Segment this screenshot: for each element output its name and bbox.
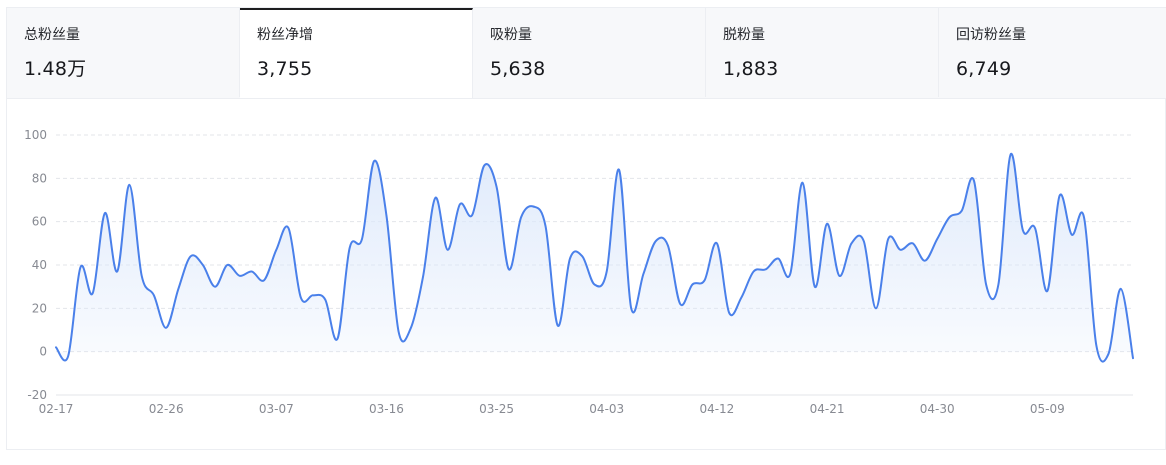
x-tick-label: 04-21 xyxy=(810,402,845,416)
y-tick-label: 0 xyxy=(39,345,47,359)
tab-new-fans[interactable]: 吸粉量 5,638 xyxy=(473,8,706,97)
tab-total-fans-value: 1.48万 xyxy=(24,58,87,80)
x-tick-label: 04-03 xyxy=(589,402,624,416)
y-tick-label: 80 xyxy=(32,171,47,185)
y-tick-label: 40 xyxy=(32,258,47,272)
tab-net-fan-growth-value: 3,755 xyxy=(257,58,313,80)
x-tick-label: 02-17 xyxy=(39,402,74,416)
tab-returning-fans[interactable]: 回访粉丝量 6,749 xyxy=(939,8,1166,97)
x-tick-label: 03-07 xyxy=(259,402,294,416)
tab-net-fan-growth-label: 粉丝净增 xyxy=(257,27,313,43)
x-tick-label: 02-26 xyxy=(149,402,184,416)
tab-returning-fans-value: 6,749 xyxy=(956,58,1012,80)
x-tick-label: 04-12 xyxy=(699,402,734,416)
x-tick-label: 03-16 xyxy=(369,402,404,416)
tab-lost-fans-value: 1,883 xyxy=(723,58,779,80)
chart-area: 100 80 60 40 20 0 -20 02-17 02-26 03-07 03-16 03-25… xyxy=(7,98,1166,451)
x-tick-label: 04-30 xyxy=(920,402,955,416)
y-tick-label: 100 xyxy=(24,128,47,142)
y-tick-label: 60 xyxy=(32,215,47,229)
tab-returning-fans-label: 回访粉丝量 xyxy=(956,27,1026,43)
tab-new-fans-value: 5,638 xyxy=(490,58,546,80)
tab-lost-fans[interactable]: 脱粉量 1,883 xyxy=(706,8,939,97)
y-tick-label: 20 xyxy=(32,301,47,315)
fan-stats-panel: 总粉丝量 1.48万 粉丝净增 3,755 吸粉量 5,638 脱粉量 1,88… xyxy=(6,7,1166,450)
x-tick-label: 03-25 xyxy=(479,402,514,416)
tab-total-fans-label: 总粉丝量 xyxy=(24,27,80,43)
tab-total-fans[interactable]: 总粉丝量 1.48万 xyxy=(7,8,240,97)
tab-net-fan-growth[interactable]: 粉丝净增 3,755 xyxy=(240,8,473,98)
x-tick-label: 05-09 xyxy=(1030,402,1065,416)
tab-new-fans-label: 吸粉量 xyxy=(490,27,532,43)
y-tick-label: -20 xyxy=(27,388,47,402)
series-area xyxy=(56,153,1133,362)
net-fan-growth-chart: 100 80 60 40 20 0 -2002-17 02-26 03-07 03-16 03-25… xyxy=(24,128,1134,416)
tab-lost-fans-label: 脱粉量 xyxy=(723,27,765,43)
metric-tabs: 总粉丝量 1.48万 粉丝净增 3,755 吸粉量 5,638 脱粉量 1,88… xyxy=(7,8,1166,99)
